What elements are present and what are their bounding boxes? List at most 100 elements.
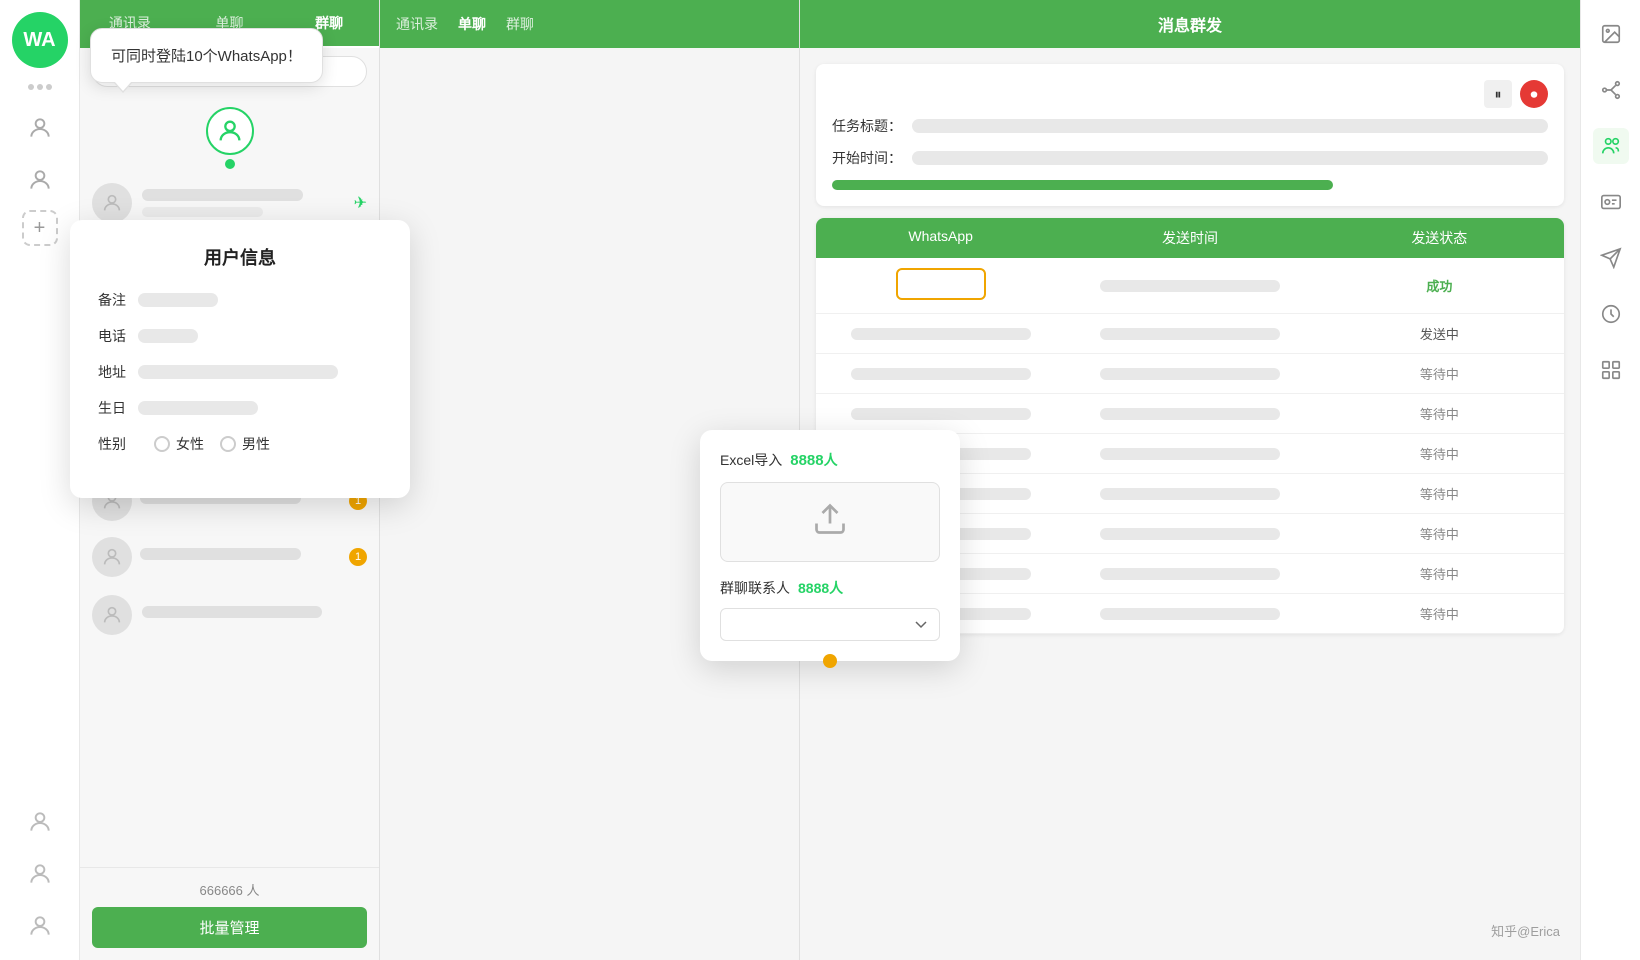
- td-time-8: [1065, 558, 1314, 590]
- modal-title: 用户信息: [98, 244, 382, 270]
- gender-label: 性别: [98, 434, 138, 454]
- td-time-4: [1065, 398, 1314, 430]
- tooltip-text: 可同时登陆10个WhatsApp！: [111, 48, 302, 65]
- table-row[interactable]: 发送中: [816, 314, 1564, 354]
- sidebar-icon-person-3[interactable]: [18, 800, 62, 844]
- middle-tab-group[interactable]: 群聊: [506, 14, 534, 34]
- send-icon-1: ✈: [354, 193, 367, 213]
- info-label-note: 备注: [98, 290, 138, 310]
- info-row-address: 地址: [98, 362, 382, 382]
- watermark-text: 知乎@Erica: [1491, 924, 1560, 939]
- contact-name-bar: [142, 189, 303, 201]
- group-select[interactable]: [720, 608, 940, 641]
- info-row-birthday: 生日: [98, 398, 382, 418]
- td-whatsapp-4: [816, 398, 1065, 430]
- td-time-7: [1065, 518, 1314, 550]
- info-value-address: [138, 365, 338, 379]
- contact-name-bar: [140, 548, 301, 560]
- rail-icon-send[interactable]: [1593, 240, 1629, 276]
- rail-icon-route[interactable]: [1593, 72, 1629, 108]
- app-container: WA +: [0, 0, 1640, 960]
- rail-icon-image[interactable]: [1593, 16, 1629, 52]
- info-label-birthday: 生日: [98, 398, 138, 418]
- excel-popup: Excel导入 8888 人 群聊联系人 8888 人: [700, 430, 960, 661]
- contacts-count: 666666 人: [200, 883, 260, 898]
- header-controls: ⏸ ⏺: [832, 80, 1548, 108]
- td-whatsapp-1: [816, 258, 1065, 313]
- radio-female[interactable]: 女性: [154, 434, 204, 454]
- avatar: [92, 537, 132, 577]
- sidebar-dots: [28, 84, 52, 90]
- group-contacts-row: 群聊联系人 8888 人: [720, 578, 940, 598]
- rail-icon-grid[interactable]: [1593, 352, 1629, 388]
- rail-icon-id-card[interactable]: [1593, 184, 1629, 220]
- radio-circle-female: [154, 436, 170, 452]
- td-time-6: [1065, 478, 1314, 510]
- contact-name-bar: [142, 606, 322, 618]
- contact-item[interactable]: [80, 585, 379, 645]
- add-account-button[interactable]: +: [22, 210, 58, 246]
- sidebar-icon-person-5[interactable]: [18, 904, 62, 948]
- excel-import-row: Excel导入 8888 人: [720, 450, 940, 470]
- td-whatsapp-2: [816, 318, 1065, 350]
- td-time-9: [1065, 598, 1314, 630]
- table-row[interactable]: 等待中: [816, 394, 1564, 434]
- group-contacts-label: 群聊联系人: [720, 578, 790, 598]
- upload-area[interactable]: [720, 482, 940, 562]
- pause-button[interactable]: ⏸: [1484, 80, 1512, 108]
- user-circle-icon[interactable]: [206, 107, 254, 155]
- td-status-3: 等待中: [1315, 354, 1564, 393]
- contact-item-with-badge-2[interactable]: 1: [80, 529, 379, 585]
- th-whatsapp: WhatsApp: [816, 218, 1065, 258]
- connector-dot: [225, 159, 235, 169]
- contacts-footer: 666666 人 批量管理: [80, 867, 379, 960]
- contact-sub-bar: [142, 207, 263, 217]
- th-send-status: 发送状态: [1315, 218, 1564, 258]
- stop-button[interactable]: ⏺: [1520, 80, 1548, 108]
- td-whatsapp-3: [816, 358, 1065, 390]
- excel-import-label: Excel导入: [720, 450, 782, 470]
- tooltip-bubble: 可同时登陆10个WhatsApp！: [90, 28, 323, 83]
- radio-circle-male: [220, 436, 236, 452]
- time-bar-2: [1100, 328, 1280, 340]
- sidebar-icon-person-4[interactable]: [18, 852, 62, 896]
- group-contacts-unit: 人: [829, 578, 843, 598]
- gender-row: 性别 女性 男性: [98, 434, 382, 454]
- batch-manage-button[interactable]: 批量管理: [92, 907, 367, 948]
- task-time-value: [912, 151, 1548, 165]
- info-row-phone: 电话: [98, 326, 382, 346]
- td-time-2: [1065, 318, 1314, 350]
- table-row[interactable]: 等待中: [816, 354, 1564, 394]
- info-row-note: 备注: [98, 290, 382, 310]
- sidebar-icon-person-1[interactable]: [18, 106, 62, 150]
- contact-info: [142, 606, 367, 624]
- whatsapp-highlight-cell: [896, 268, 986, 300]
- td-time-5: [1065, 438, 1314, 470]
- td-status-6: 等待中: [1315, 474, 1564, 513]
- user-info-modal: 用户信息 备注 电话 地址 生日 性别 女性 男性: [70, 220, 410, 498]
- task-time-row: 开始时间：: [832, 148, 1548, 168]
- info-value-phone: [138, 329, 198, 343]
- task-title-row: 任务标题：: [832, 116, 1548, 136]
- td-time-3: [1065, 358, 1314, 390]
- td-status-2: 发送中: [1315, 314, 1564, 353]
- wa-bar-2: [851, 328, 1031, 340]
- sidebar-icon-person-2[interactable]: [18, 158, 62, 202]
- radio-male[interactable]: 男性: [220, 434, 270, 454]
- table-row[interactable]: 成功: [816, 258, 1564, 314]
- left-sidebar: WA +: [0, 0, 80, 960]
- td-status-1: 成功: [1315, 266, 1564, 305]
- rail-icon-contacts-group[interactable]: [1593, 128, 1629, 164]
- middle-tab-contacts[interactable]: 通讯录: [396, 14, 438, 34]
- task-title-label: 任务标题：: [832, 116, 912, 136]
- contact-info: [140, 548, 341, 566]
- contact-info: [142, 189, 344, 217]
- td-time-1: [1065, 270, 1314, 302]
- middle-tab-single[interactable]: 单聊: [458, 14, 486, 34]
- td-status-5: 等待中: [1315, 434, 1564, 473]
- app-logo[interactable]: WA: [12, 12, 68, 68]
- time-bar-1: [1100, 280, 1280, 292]
- rail-icon-clock[interactable]: [1593, 296, 1629, 332]
- male-label: 男性: [242, 434, 270, 454]
- group-contacts-count: 8888: [798, 580, 829, 596]
